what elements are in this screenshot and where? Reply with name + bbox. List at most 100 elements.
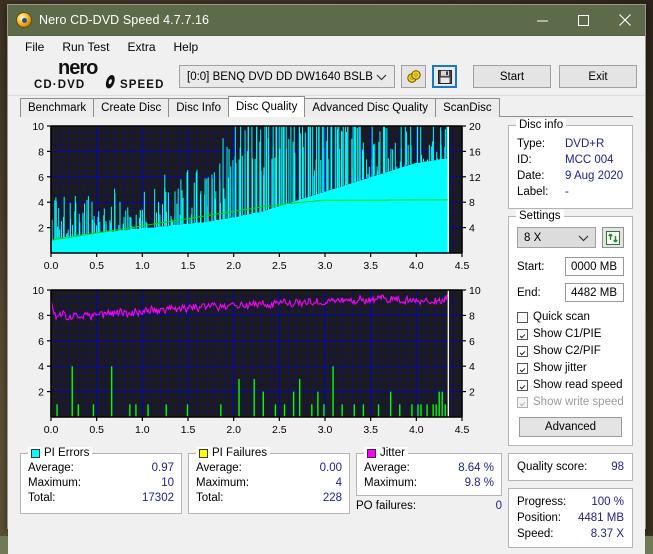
tab-disc-info[interactable]: Disc Info — [168, 98, 229, 117]
pi-failures-maximum-value: 4 — [336, 476, 342, 491]
disc-info-id-row: ID: MCC 004 — [517, 152, 624, 168]
maximize-icon[interactable] — [563, 5, 604, 35]
svg-text:20: 20 — [469, 121, 481, 133]
checkbox-box — [517, 397, 528, 408]
pi-errors-title: PI Errors — [44, 447, 89, 459]
svg-text:1.5: 1.5 — [181, 424, 196, 436]
jitter-color-swatch — [367, 449, 376, 458]
checkbox-box — [517, 363, 528, 374]
checkbox-box — [517, 346, 528, 357]
svg-text:4.0: 4.0 — [409, 260, 424, 272]
start-button[interactable]: Start — [473, 65, 551, 88]
svg-text:3.0: 3.0 — [318, 424, 333, 436]
pi-errors-color-swatch — [31, 449, 40, 458]
checkbox-label: Show C2/PIF — [533, 343, 601, 359]
pi-failures-average-row: Average: 0.00 — [196, 461, 342, 476]
svg-text:6: 6 — [38, 172, 44, 184]
jitter-stats-container: Jitter Average: 8.64 % Maximum: 9.8 % PO… — [356, 453, 502, 514]
svg-text:0.5: 0.5 — [89, 260, 104, 272]
tab-create-disc[interactable]: Create Disc — [93, 98, 169, 117]
progress-row: Progress: 100 % — [517, 494, 624, 510]
end-field-row: End: 4482 MB — [517, 283, 624, 302]
refresh-arrows-icon[interactable] — [602, 227, 624, 248]
floppy-save-icon[interactable] — [432, 65, 457, 88]
nero-logo: nero CD·DVD SPEED — [34, 57, 169, 96]
speed-select[interactable]: 8 X — [517, 227, 596, 248]
jitter-stats-box: Jitter Average: 8.64 % Maximum: 9.8 % — [356, 453, 502, 496]
svg-text:8: 8 — [38, 310, 44, 322]
charts-column: 246810481216200.00.51.01.52.02.53.03.54.… — [20, 117, 502, 548]
speed-row: Speed: 8.37 X — [517, 526, 624, 542]
advanced-button[interactable]: Advanced — [519, 417, 622, 437]
checkbox-label: Show read speed — [533, 377, 623, 393]
checkbox-show-read-speed[interactable]: Show read speed — [517, 377, 624, 393]
svg-text:2: 2 — [38, 387, 44, 399]
jitter-title: Jitter — [380, 447, 405, 459]
jitter-maximum-label: Maximum: — [364, 476, 417, 491]
pi-errors-maximum-row: Maximum: 10 — [28, 476, 174, 491]
svg-text:2.0: 2.0 — [226, 424, 241, 436]
pi-errors-average-label: Average: — [28, 461, 74, 476]
eject-disc-icon[interactable] — [401, 65, 426, 88]
checkbox-label: Show C1/PIE — [533, 326, 601, 342]
disc-info-label-row: Label: - — [517, 184, 624, 200]
menu-item-help[interactable]: Help — [165, 38, 208, 56]
svg-text:2.5: 2.5 — [272, 424, 287, 436]
drive-select-value: [0:0] BENQ DVD DD DW1640 BSLB — [187, 71, 373, 83]
jitter-maximum-row: Maximum: 9.8 % — [364, 476, 494, 491]
pi-failures-total-label: Total: — [196, 491, 224, 506]
jitter-legend: Jitter — [364, 447, 408, 459]
speed-select-value: 8 X — [524, 232, 541, 244]
quality-score-row: Quality score: 98 — [517, 459, 624, 475]
pi-failures-title: PI Failures — [212, 447, 267, 459]
pi-failures-total-value: 228 — [323, 491, 342, 506]
checkbox-box — [517, 312, 528, 323]
end-input[interactable]: 4482 MB — [565, 283, 624, 302]
svg-text:2: 2 — [38, 223, 44, 235]
tab-advanced-disc-quality[interactable]: Advanced Disc Quality — [304, 98, 436, 117]
speed-value: 8.37 X — [591, 526, 624, 542]
pi-errors-average-value: 0.97 — [152, 461, 174, 476]
close-icon[interactable] — [604, 5, 645, 35]
tab-disc-quality[interactable]: Disc Quality — [228, 96, 305, 117]
minimize-icon[interactable] — [522, 5, 563, 35]
start-input[interactable]: 0000 MB — [565, 257, 624, 276]
pi-failures-stats-box: PI Failures Average: 0.00 Maximum: 4 Tot… — [188, 453, 350, 514]
pi-errors-chart: 246810481216200.00.51.01.52.02.53.03.54.… — [20, 117, 502, 277]
drive-select[interactable]: [0:0] BENQ DVD DD DW1640 BSLB — [179, 65, 395, 88]
checkbox-show-jitter[interactable]: Show jitter — [517, 360, 624, 376]
svg-text:4: 4 — [469, 223, 475, 235]
svg-text:12: 12 — [469, 172, 481, 184]
jitter-average-row: Average: 8.64 % — [364, 461, 494, 476]
menu-item-run-test[interactable]: Run Test — [53, 38, 118, 56]
svg-text:CD·DVD: CD·DVD — [34, 79, 85, 91]
exit-button[interactable]: Exit — [559, 65, 637, 88]
end-input-value: 4482 MB — [571, 287, 617, 299]
checkbox-show-c2-pif[interactable]: Show C2/PIF — [517, 343, 624, 359]
pi-errors-total-value: 17302 — [142, 491, 174, 506]
speed-label: Speed: — [517, 526, 553, 542]
svg-text:3.5: 3.5 — [363, 424, 378, 436]
menu-item-extra[interactable]: Extra — [118, 38, 164, 56]
window-controls — [522, 5, 645, 35]
svg-text:1.0: 1.0 — [135, 260, 150, 272]
po-failures-row: PO failures: 0 — [356, 499, 502, 514]
svg-text:2.5: 2.5 — [272, 260, 287, 272]
svg-text:3.0: 3.0 — [318, 260, 333, 272]
position-label: Position: — [517, 510, 561, 526]
svg-text:8: 8 — [469, 310, 475, 322]
svg-text:6: 6 — [469, 336, 475, 348]
checkbox-quick-scan[interactable]: Quick scan — [517, 309, 624, 325]
svg-text:3.5: 3.5 — [363, 260, 378, 272]
checkbox-box — [517, 380, 528, 391]
disc-info-type-value: DVD+R — [565, 136, 604, 152]
svg-text:10: 10 — [469, 285, 481, 297]
tab-benchmark[interactable]: Benchmark — [20, 98, 94, 117]
checkbox-show-write-speed: Show write speed — [517, 394, 624, 410]
tab-scandisc[interactable]: ScanDisc — [435, 98, 500, 117]
svg-text:10: 10 — [32, 121, 44, 133]
checkbox-box — [517, 329, 528, 340]
checkbox-show-c1-pie[interactable]: Show C1/PIE — [517, 326, 624, 342]
menu-item-file[interactable]: File — [16, 38, 53, 56]
start-field-row: Start: 0000 MB — [517, 257, 624, 276]
